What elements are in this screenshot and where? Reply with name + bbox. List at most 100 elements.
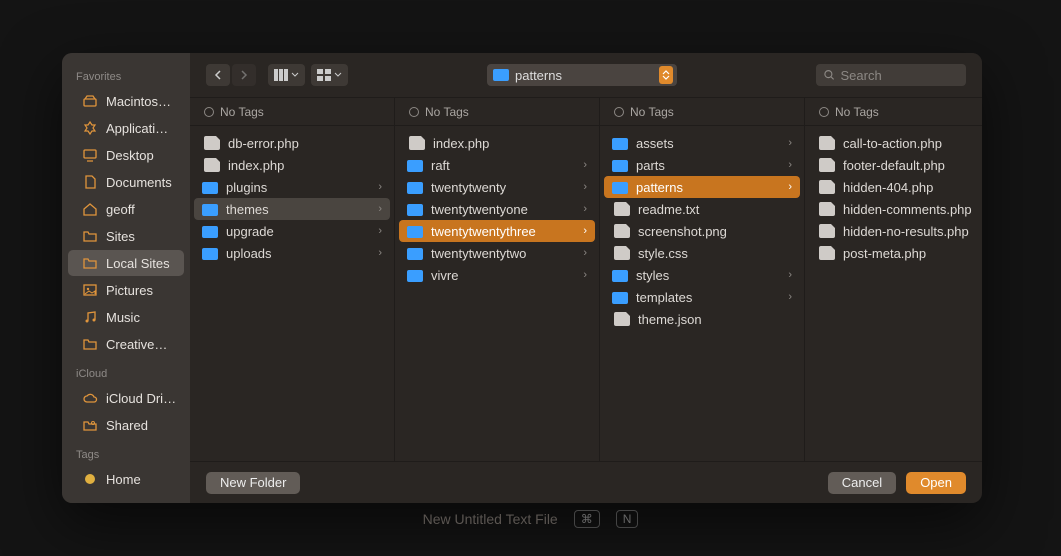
sidebar-item-label: geoff [106,202,135,217]
search-input[interactable] [841,68,958,83]
file-row[interactable]: twentytwentythree› [399,220,595,242]
shared-icon [82,417,98,433]
sidebar-item-label: Macintos… [106,94,171,109]
file-row[interactable]: hidden-404.php [809,176,978,198]
file-row[interactable]: hidden-no-results.php [809,220,978,242]
folder-icon [407,182,423,194]
folder-icon [612,292,628,304]
file-row[interactable]: templates› [604,286,800,308]
folder-icon [82,255,98,271]
tag-circle-icon [204,107,214,117]
file-row[interactable]: call-to-action.php [809,132,978,154]
folder-icon [407,226,423,238]
file-name: post-meta.php [843,246,926,261]
file-name: uploads [226,246,272,261]
sidebar-item[interactable]: Home [68,466,184,492]
sidebar-item[interactable]: geoff [68,196,184,222]
file-row[interactable]: index.php [399,132,595,154]
browser-column: No Tags call-to-action.phpfooter-default.… [805,98,982,461]
search-field[interactable] [816,64,966,86]
music-icon [82,309,98,325]
column-header[interactable]: No Tags [600,98,804,126]
folder-icon [202,182,218,194]
file-name: upgrade [226,224,274,239]
sidebar-item-label: Applicati… [106,121,168,136]
sidebar-item[interactable]: Music [68,304,184,330]
file-row[interactable]: plugins› [194,176,390,198]
column-header[interactable]: No Tags [395,98,599,126]
folder-icon [612,270,628,282]
chevron-right-icon: › [378,203,382,215]
file-row[interactable]: twentytwentyone› [399,198,595,220]
file-icon [819,224,835,238]
file-row[interactable]: raft› [399,154,595,176]
open-button[interactable]: Open [906,472,966,494]
file-row[interactable]: patterns› [604,176,800,198]
file-row[interactable]: post-meta.php [809,242,978,264]
file-icon [409,136,425,150]
sidebar-item[interactable]: Applicati… [68,115,184,141]
cancel-button[interactable]: Cancel [828,472,896,494]
app-icon [82,120,98,136]
folder-icon [202,226,218,238]
file-name: twentytwentytwo [431,246,526,261]
file-row[interactable]: vivre› [399,264,595,286]
file-row[interactable]: hidden-comments.php [809,198,978,220]
sidebar-item-label: Home [106,472,141,487]
file-row[interactable]: twentytwenty› [399,176,595,198]
file-row[interactable]: styles› [604,264,800,286]
file-row[interactable]: index.php [194,154,390,176]
path-popup[interactable]: patterns [487,64,677,86]
tagdot-icon [82,471,98,487]
file-row[interactable]: theme.json [604,308,800,330]
file-name: twentytwenty [431,180,506,195]
file-row[interactable]: uploads› [194,242,390,264]
file-row[interactable]: assets› [604,132,800,154]
file-row[interactable]: upgrade› [194,220,390,242]
sidebar-item-label: iCloud Dri… [106,391,176,406]
column-header[interactable]: No Tags [805,98,982,126]
path-stepper-icon [659,66,673,84]
file-row[interactable]: db-error.php [194,132,390,154]
view-grid-button[interactable] [311,64,348,86]
status-line: New Untitled Text File ⌘ N [0,510,1061,528]
file-row[interactable]: footer-default.php [809,154,978,176]
view-columns-button[interactable] [268,64,305,86]
chevron-right-icon: › [788,137,792,149]
sidebar-item[interactable]: iCloud Dri… [68,385,184,411]
toolbar: patterns [190,53,982,97]
sidebar-item[interactable]: Desktop [68,142,184,168]
file-row[interactable]: readme.txt [604,198,800,220]
chevron-right-icon: › [583,159,587,171]
sidebar-item[interactable]: Macintos… [68,88,184,114]
file-name: screenshot.png [638,224,727,239]
file-row[interactable]: parts› [604,154,800,176]
columns-icon [274,69,288,81]
file-icon [204,136,220,150]
nav-forward-button[interactable] [232,64,256,86]
grid-icon [317,69,331,81]
file-icon [819,246,835,260]
chevron-right-icon: › [788,291,792,303]
new-folder-button[interactable]: New Folder [206,472,300,494]
column-header[interactable]: No Tags [190,98,394,126]
file-row[interactable]: style.css [604,242,800,264]
file-row[interactable]: screenshot.png [604,220,800,242]
nav-back-button[interactable] [206,64,230,86]
file-row[interactable]: twentytwentytwo› [399,242,595,264]
sidebar-item[interactable]: Pictures [68,277,184,303]
column-header-label: No Tags [630,105,674,119]
doc-icon [82,174,98,190]
file-icon [614,224,630,238]
file-row[interactable]: themes› [194,198,390,220]
sidebar-item[interactable]: Documents [68,169,184,195]
sidebar-item[interactable]: Shared [68,412,184,438]
column-header-label: No Tags [220,105,264,119]
sidebar-item[interactable]: Local Sites [68,250,184,276]
sidebar-item[interactable]: Sites [68,223,184,249]
sidebar: FavoritesMacintos…Applicati…DesktopDocum… [62,53,190,503]
file-icon [204,158,220,172]
sidebar-item-label: Local Sites [106,256,170,271]
chevron-right-icon: › [788,159,792,171]
sidebar-item[interactable]: Creative… [68,331,184,357]
